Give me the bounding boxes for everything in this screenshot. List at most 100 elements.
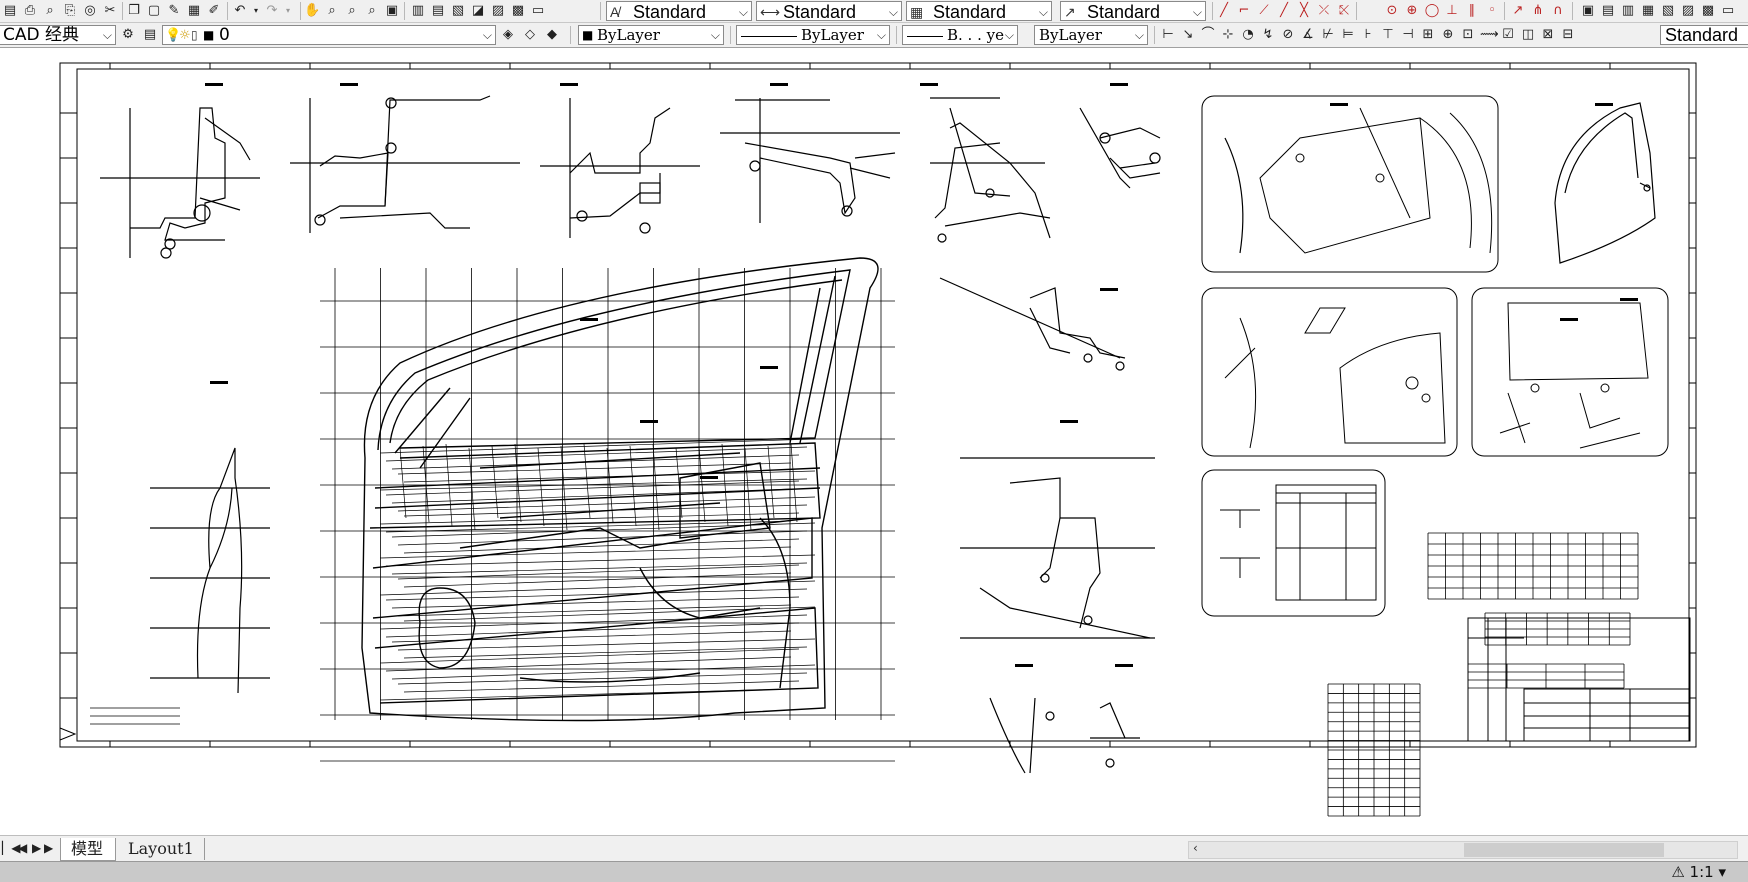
rectangle-icon[interactable]: ╳ [1296,3,1312,19]
angular-dim-icon[interactable]: ∡ [1300,27,1316,43]
viewport-scale-icon[interactable]: ▧ [1660,3,1676,19]
trim-icon[interactable]: ⤪ [1336,3,1352,19]
plotstyle-dropdown[interactable]: ByLayer ⌵ [1034,25,1148,45]
undo-icon[interactable]: ↶ [232,3,248,19]
osnap-nearest-icon[interactable]: ⋔ [1530,3,1546,19]
osnap-parallel-icon[interactable]: ∥ [1464,3,1480,19]
osnap-insert-icon[interactable]: ↗ [1510,3,1526,19]
sheet-set-icon[interactable]: ▧ [450,3,466,19]
viewport-layer-icon[interactable]: ▭ [1720,3,1736,19]
viewport-lock-icon[interactable]: ▨ [1680,3,1696,19]
layer-previous-icon[interactable]: ◇ [522,27,538,43]
markup-icon[interactable]: ◪ [470,3,486,19]
quick-dim-icon[interactable]: ⊬ [1320,27,1336,43]
dim-space-icon[interactable]: ⊤ [1380,27,1396,43]
properties-icon[interactable]: ▣ [384,3,400,19]
dim-update-icon[interactable]: ⊠ [1540,27,1556,43]
viewport-polygon-icon[interactable]: ▥ [1620,3,1636,19]
layer-dropdown[interactable]: 💡 ☼ ▯ ■ 0 ⌵ [162,25,496,45]
diameter-dim-icon[interactable]: ⊘ [1280,27,1296,43]
dim-edit-icon[interactable]: ☑ [1500,27,1516,43]
dim-break-icon[interactable]: ⊣ [1400,27,1416,43]
tab-layout1[interactable]: Layout1 [118,838,205,860]
dim-style-dropdown[interactable]: ⟷ Standard ⌵ [756,1,902,21]
copy-icon[interactable]: ❐ [126,3,142,19]
zoom-previous-icon[interactable]: ⌕ [364,3,380,19]
db-connect-icon[interactable]: ▭ [530,3,546,19]
scrollbar-thumb[interactable] [1464,843,1664,857]
paste-icon[interactable]: ▢ [146,3,162,19]
help-icon[interactable]: ▩ [510,3,526,19]
ordinate-icon[interactable]: ⊹ [1220,27,1236,43]
workspace-dropdown[interactable]: CAD 经典 ⌵ [0,25,116,45]
table-style-dropdown[interactable]: ▦ Standard ⌵ [906,1,1052,21]
viewport-display-icon[interactable]: ▩ [1700,3,1716,19]
dim-text-edit-icon[interactable]: ◫ [1520,27,1536,43]
drawing-area[interactable] [0,48,1748,835]
viewport-object-icon[interactable]: ▦ [1640,3,1656,19]
polygon-icon[interactable]: ╱ [1276,3,1292,19]
match-properties-icon[interactable]: ✎ [166,3,182,19]
osnap-tangent-icon[interactable]: ◯ [1424,3,1440,19]
osnap-perpendicular-icon[interactable]: ⊥ [1444,3,1460,19]
jogged-linear-icon[interactable]: ⟿ [1480,27,1499,43]
linetype-dropdown[interactable]: ByLayer ⌵ [736,25,890,45]
print-preview-icon[interactable]: ⌕ [42,3,58,19]
arc-length-icon[interactable]: ⌒ [1200,27,1216,43]
scroll-left-icon[interactable]: ‹ [1193,841,1198,855]
osnap-center-icon[interactable]: ⊙ [1384,3,1400,19]
pan-icon[interactable]: ✋ [304,3,320,19]
redo-icon[interactable]: ↷ [264,3,280,19]
jogged-dim-icon[interactable]: ↯ [1260,27,1276,43]
door-isometric-view [1554,102,1656,264]
color-dropdown[interactable]: ■ ByLayer ⌵ [578,25,724,45]
construction-line-icon[interactable]: ⌐ [1236,3,1252,19]
layer-properties-icon[interactable]: ▤ [142,27,158,43]
layer-states-icon[interactable]: ◆ [544,27,560,43]
arc-icon[interactable]: ⤫ [1316,3,1332,19]
lineweight-dropdown[interactable]: B. . . ye ⌵ [902,25,1018,45]
tool-palettes-icon[interactable]: ▤ [430,3,446,19]
osnap-none-icon[interactable]: ∩ [1550,3,1566,19]
save-icon[interactable]: ▤ [2,3,18,19]
inspection-icon[interactable]: ⊡ [1460,27,1476,43]
design-center-icon[interactable]: ▥ [410,3,426,19]
zoom-window-icon[interactable]: ⌕ [344,3,360,19]
zoom-realtime-icon[interactable]: ⌕ [324,3,340,19]
center-mark-icon[interactable]: ⊕ [1440,27,1456,43]
baseline-dim-icon[interactable]: ⊨ [1340,27,1356,43]
make-layer-current-icon[interactable]: ◈ [500,27,516,43]
linear-dim-icon[interactable]: ⊢ [1160,27,1176,43]
block-editor-icon[interactable]: ▦ [186,3,202,19]
next-tab-icon[interactable]: ▶ [32,841,41,855]
radius-dim-icon[interactable]: ◔ [1240,27,1256,43]
3d-dwf-icon[interactable]: ◎ [82,3,98,19]
tab-model[interactable]: 模型 [60,838,117,861]
annotation-scale-value: 1:1 [1689,863,1714,881]
annotation-scale[interactable]: ⚠ 1:1 ▾ [1671,863,1726,881]
line-icon[interactable]: ╱ [1216,3,1232,19]
tolerance-icon[interactable]: ⊞ [1420,27,1436,43]
quickcalc-icon[interactable]: ▨ [490,3,506,19]
print-icon[interactable]: ⎙ [22,3,38,19]
workspace-settings-icon[interactable]: ⚙ [120,27,136,43]
dim-style-dropdown-right[interactable]: Standard [1660,25,1748,45]
multileader-style-dropdown[interactable]: ↗ Standard ⌵ [1060,1,1206,21]
osnap-node-icon[interactable]: ◦ [1484,3,1500,19]
aligned-dim-icon[interactable]: ↘ [1180,27,1196,43]
viewport-clip-icon[interactable]: ▤ [1600,3,1616,19]
viewport-icon[interactable]: ▣ [1580,3,1596,19]
prev-tab-icon[interactable]: ◀ [18,841,27,855]
undo-dropdown-icon[interactable]: ▾ [248,3,264,19]
brush-icon[interactable]: ✐ [206,3,222,19]
polyline-icon[interactable]: ⟋ [1256,3,1272,19]
cut-icon[interactable]: ✂ [102,3,118,19]
publish-icon[interactable]: ⎘ [62,3,78,19]
redo-dropdown-icon[interactable]: ▾ [280,3,296,19]
horizontal-scrollbar[interactable]: ‹ [1188,841,1738,859]
continue-dim-icon[interactable]: ⊦ [1360,27,1376,43]
cad-drawing[interactable] [0,48,1748,835]
text-style-dropdown[interactable]: A̸ Standard ⌵ [606,1,752,21]
osnap-quadrant-icon[interactable]: ⊕ [1404,3,1420,19]
dim-override-icon[interactable]: ⊟ [1560,27,1576,43]
